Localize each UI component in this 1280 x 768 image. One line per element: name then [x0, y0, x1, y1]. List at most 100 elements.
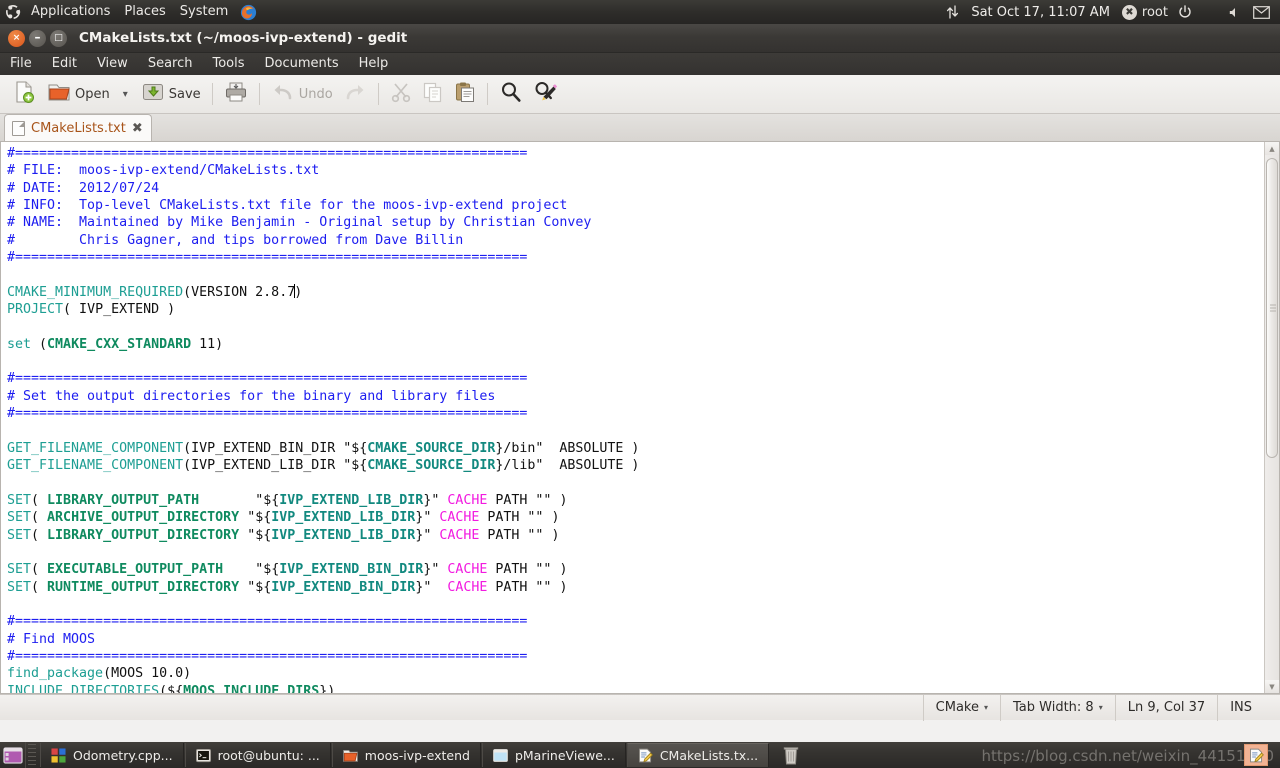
code-span: #=======================================…	[7, 406, 528, 422]
menu-help[interactable]: Help	[349, 53, 399, 75]
code-span: # FILE: moos-ivp-extend/CMakeLists.txt	[7, 163, 320, 179]
code-span: PROJECT	[7, 302, 64, 318]
cut-button[interactable]	[385, 77, 417, 111]
trash-icon	[783, 747, 799, 765]
panel-clock[interactable]: Sat Oct 17, 11:07 AM	[965, 0, 1116, 24]
print-button[interactable]	[219, 77, 253, 111]
code-span: }"	[423, 562, 448, 578]
panel-menu-places[interactable]: Places	[117, 0, 172, 24]
show-desktop-icon	[2, 746, 23, 764]
code-text-view[interactable]: #=======================================…	[1, 142, 1264, 693]
copy-icon	[422, 81, 444, 107]
code-span: (IVP_EXTEND_LIB_DIR "${	[183, 458, 368, 474]
code-span: PATH "" )	[487, 579, 568, 595]
menu-search[interactable]: Search	[138, 53, 203, 75]
code-span: (VERSION 2.8.7	[183, 284, 296, 300]
replace-button[interactable]	[528, 77, 562, 111]
insert-mode-indicator[interactable]: INS	[1217, 694, 1280, 721]
menu-documents[interactable]: Documents	[255, 53, 349, 75]
code-span: MOOS_INCLUDE_DIRS	[183, 683, 320, 693]
find-button[interactable]	[494, 77, 528, 111]
code-span: }/bin" ABSOLUTE )	[495, 440, 640, 456]
user-avatar-icon: ✖	[1121, 4, 1137, 20]
show-desktop-button[interactable]	[0, 742, 26, 768]
language-selector[interactable]: CMake ▾	[922, 694, 1000, 721]
tab-cmakelists[interactable]: CMakeLists.txt ✖	[4, 114, 152, 141]
scroll-up-arrow-icon[interactable]: ▲	[1265, 142, 1279, 155]
code-line: SET( LIBRARY_OUTPUT_DIRECTORY "${IVP_EXT…	[7, 527, 1264, 544]
paste-icon	[454, 81, 476, 107]
terminal-icon	[195, 748, 211, 762]
code-span: EXECUTABLE_OUTPUT_PATH	[47, 562, 224, 578]
trash-button[interactable]	[776, 743, 806, 767]
undo-icon	[271, 81, 295, 107]
code-line: GET_FILENAME_COMPONENT(IVP_EXTEND_LIB_DI…	[7, 457, 1264, 474]
code-span: GET_FILENAME_COMPONENT	[7, 440, 184, 456]
new-document-button[interactable]	[6, 77, 42, 111]
panel-status-area: Sat Oct 17, 11:07 AM ✖ root	[940, 0, 1280, 24]
firefox-icon[interactable]	[237, 0, 259, 24]
chevron-down-icon: ▾	[1098, 703, 1103, 712]
volume-icon[interactable]	[1198, 0, 1247, 24]
save-button[interactable]: Save	[136, 77, 206, 111]
maximize-icon: □	[54, 32, 63, 43]
panel-user-menu[interactable]: ✖ root	[1116, 0, 1172, 24]
mail-icon[interactable]	[1247, 0, 1280, 24]
menu-file[interactable]: File	[0, 53, 42, 75]
copy-button[interactable]	[417, 77, 449, 111]
scrollbar-thumb[interactable]	[1266, 158, 1278, 458]
editor-vertical-scrollbar[interactable]: ▲ ▼	[1264, 142, 1279, 693]
scroll-down-arrow-icon[interactable]: ▼	[1265, 680, 1279, 693]
open-dropdown-button[interactable]: ▾	[115, 77, 136, 111]
code-line: #=======================================…	[7, 613, 1264, 630]
undo-button-label: Undo	[298, 86, 333, 102]
window-close-button[interactable]: ×	[8, 29, 25, 47]
toolbar-separator-1	[211, 83, 213, 105]
code-line: SET( RUNTIME_OUTPUT_DIRECTORY "${IVP_EXT…	[7, 579, 1264, 596]
taskbar-grip-handle[interactable]	[28, 744, 36, 766]
code-span: set	[7, 336, 40, 352]
redo-button[interactable]	[338, 77, 372, 111]
code-span: #=======================================…	[7, 371, 528, 387]
taskbar-item-folder[interactable]: moos-ivp-extend	[331, 743, 481, 767]
code-span: CMAKE_SOURCE_DIR	[367, 440, 496, 456]
code-line: # NAME: Maintained by Mike Benjamin - Or…	[7, 214, 1264, 231]
menu-tools[interactable]: Tools	[202, 53, 254, 75]
panel-menu-applications[interactable]: Applications	[24, 0, 117, 24]
code-span: SET	[7, 492, 32, 508]
undo-button[interactable]: Undo	[266, 77, 338, 111]
code-span: CMAKE_CXX_STANDARD	[47, 336, 192, 352]
network-updown-icon[interactable]	[940, 0, 965, 24]
code-span: (	[39, 336, 48, 352]
open-button[interactable]: Open	[42, 77, 115, 111]
redo-icon	[343, 81, 367, 107]
window-maximize-button[interactable]: □	[50, 29, 67, 47]
scrollbar-grip-icon	[1270, 304, 1276, 312]
code-span: PATH "" )	[487, 492, 568, 508]
code-line: #=======================================…	[7, 145, 1264, 162]
taskbar-item-cmakelists[interactable]: CMakeLists.tx...	[626, 743, 770, 767]
code-span: # Chris Gagner, and tips borrowed from D…	[7, 232, 464, 248]
document-icon	[12, 120, 25, 136]
taskbar-item-terminal[interactable]: root@ubuntu: ...	[184, 743, 331, 767]
menu-edit[interactable]: Edit	[42, 53, 87, 75]
scissors-icon	[390, 81, 412, 107]
menu-view[interactable]: View	[87, 53, 138, 75]
paste-button[interactable]	[449, 77, 481, 111]
taskbar-item-pmarineviewer[interactable]: pMarineViewe...	[481, 743, 626, 767]
window-minimize-button[interactable]: –	[29, 29, 46, 47]
tab-width-selector[interactable]: Tab Width: 8 ▾	[1000, 694, 1115, 721]
power-icon[interactable]	[1172, 0, 1198, 24]
taskbar-item-odometry[interactable]: Odometry.cpp...	[40, 743, 184, 767]
code-span: #=======================================…	[7, 648, 528, 664]
code-span: # Set the output directories for the bin…	[7, 388, 496, 404]
tray-gedit-button[interactable]	[1244, 744, 1268, 766]
panel-menu-system[interactable]: System	[173, 0, 235, 24]
code-span: (	[31, 492, 48, 508]
ubuntu-logo-icon[interactable]	[2, 0, 24, 24]
tab-close-icon[interactable]: ✖	[132, 121, 143, 136]
taskbar-item-label: pMarineViewe...	[514, 747, 615, 763]
menubar: File Edit View Search Tools Documents He…	[0, 53, 1280, 75]
